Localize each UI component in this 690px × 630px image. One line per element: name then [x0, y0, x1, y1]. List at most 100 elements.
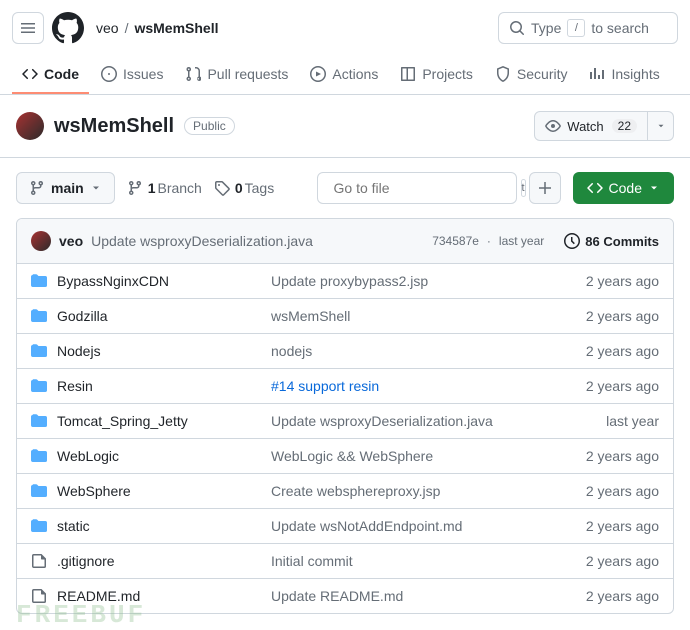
file-row: README.md Update README.md 2 years ago [17, 579, 673, 613]
file-time: last year [559, 413, 659, 429]
chevron-down-icon [90, 182, 102, 194]
file-time: 2 years ago [559, 448, 659, 464]
search-slash-kbd: / [567, 19, 585, 37]
folder-icon [31, 308, 47, 324]
file-name-text: Nodejs [57, 343, 101, 359]
tags-link[interactable]: 0Tags [214, 180, 274, 196]
file-icon [31, 588, 47, 604]
file-name[interactable]: BypassNginxCDN [31, 273, 271, 289]
watch-count: 22 [612, 119, 637, 133]
tab-label: Projects [422, 66, 473, 82]
file-name[interactable]: Godzilla [31, 308, 271, 324]
add-file-button[interactable] [529, 172, 561, 204]
github-logo[interactable] [52, 12, 84, 44]
file-time: 2 years ago [559, 553, 659, 569]
repo-tabs: Code Issues Pull requestsActions Projects Se… [0, 56, 690, 95]
folder-icon [31, 413, 47, 429]
code-button[interactable]: Code [573, 172, 674, 204]
breadcrumb: veo / wsMemShell [96, 20, 219, 36]
file-name[interactable]: .gitignore [31, 553, 271, 569]
watch-button[interactable]: Watch 22 [534, 111, 648, 141]
visibility-badge: Public [184, 117, 235, 135]
watch-dropdown[interactable] [648, 111, 674, 141]
branch-selector[interactable]: main [16, 172, 115, 204]
file-name[interactable]: README.md [31, 588, 271, 604]
file-commit-msg[interactable]: Create websphereproxy.jsp [271, 483, 559, 499]
file-name[interactable]: Nodejs [31, 343, 271, 359]
tab-security[interactable]: Security [485, 56, 578, 94]
file-name-text: BypassNginxCDN [57, 273, 169, 289]
tab-pulls[interactable]: Pull requests [175, 56, 298, 94]
branch-icon [127, 180, 143, 196]
file-commit-msg[interactable]: Initial commit [271, 553, 559, 569]
commit-author-avatar[interactable] [31, 231, 51, 251]
pulls-icon [185, 66, 201, 82]
tab-insights[interactable]: Insights [579, 56, 669, 94]
file-commit-msg[interactable]: WebLogic && WebSphere [271, 448, 559, 464]
folder-icon [31, 273, 47, 289]
file-row: WebSphere Create websphereproxy.jsp 2 ye… [17, 474, 673, 509]
tab-label: Issues [123, 66, 163, 82]
code-button-label: Code [609, 180, 642, 196]
file-name-text: .gitignore [57, 553, 115, 569]
security-icon [495, 66, 511, 82]
file-name-text: Tomcat_Spring_Jetty [57, 413, 188, 429]
file-commit-msg[interactable]: #14 support resin [271, 378, 559, 394]
branch-name: main [51, 180, 84, 196]
file-name[interactable]: WebSphere [31, 483, 271, 499]
file-row: BypassNginxCDN Update proxybypass2.jsp 2… [17, 264, 673, 299]
chevron-down-icon [648, 182, 660, 194]
file-icon [31, 553, 47, 569]
file-commit-msg[interactable]: wsMemShell [271, 308, 559, 324]
chevron-down-icon [656, 121, 666, 131]
hamburger-menu[interactable] [12, 12, 44, 44]
file-name-text: Resin [57, 378, 93, 394]
repo-link[interactable]: wsMemShell [134, 20, 218, 36]
tab-code[interactable]: Code [12, 56, 89, 94]
file-listing: veo Update wsproxyDeserialization.java 7… [16, 218, 674, 614]
file-commit-msg[interactable]: Update wsNotAddEndpoint.md [271, 518, 559, 534]
file-row: .gitignore Initial commit 2 years ago [17, 544, 673, 579]
commit-sha[interactable]: 734587e [432, 234, 479, 248]
file-name[interactable]: static [31, 518, 271, 534]
file-name-text: WebSphere [57, 483, 131, 499]
code-icon [587, 180, 603, 196]
file-commit-msg[interactable]: Update wsproxyDeserialization.java [271, 413, 559, 429]
commits-link[interactable]: 86 Commits [564, 233, 659, 249]
file-name[interactable]: Tomcat_Spring_Jetty [31, 413, 271, 429]
tab-projects[interactable]: Projects [390, 56, 483, 94]
breadcrumb-sep: / [125, 20, 129, 36]
branches-link[interactable]: 1Branch [127, 180, 202, 196]
plus-icon [537, 180, 553, 196]
folder-icon [31, 343, 47, 359]
file-name-text: README.md [57, 588, 140, 604]
latest-commit-row: veo Update wsproxyDeserialization.java 7… [17, 219, 673, 264]
repo-avatar[interactable] [16, 112, 44, 140]
tab-issues[interactable]: Issues [91, 56, 173, 94]
file-commit-msg[interactable]: Update README.md [271, 588, 559, 604]
repo-title: wsMemShell [54, 115, 174, 138]
tab-actions[interactable]: Actions [300, 56, 388, 94]
search-suffix: to search [591, 20, 649, 36]
file-row: Resin #14 support resin 2 years ago [17, 369, 673, 404]
commit-time: last year [499, 234, 544, 248]
tag-icon [214, 180, 230, 196]
tab-label: Code [44, 66, 79, 82]
commit-author[interactable]: veo [59, 233, 83, 249]
file-commit-msg[interactable]: Update proxybypass2.jsp [271, 273, 559, 289]
file-finder-input[interactable] [334, 180, 515, 196]
search-prefix: Type [531, 20, 561, 36]
commit-message[interactable]: Update wsproxyDeserialization.java [91, 233, 313, 249]
insights-icon [589, 66, 605, 82]
file-finder[interactable]: t [317, 172, 517, 204]
global-search[interactable]: Type / to search [498, 12, 678, 44]
folder-icon [31, 518, 47, 534]
file-commit-msg[interactable]: nodejs [271, 343, 559, 359]
owner-link[interactable]: veo [96, 20, 119, 36]
file-name[interactable]: Resin [31, 378, 271, 394]
file-name[interactable]: WebLogic [31, 448, 271, 464]
code-icon [22, 66, 38, 82]
file-row: Godzilla wsMemShell 2 years ago [17, 299, 673, 334]
file-time: 2 years ago [559, 378, 659, 394]
issues-icon [101, 66, 117, 82]
